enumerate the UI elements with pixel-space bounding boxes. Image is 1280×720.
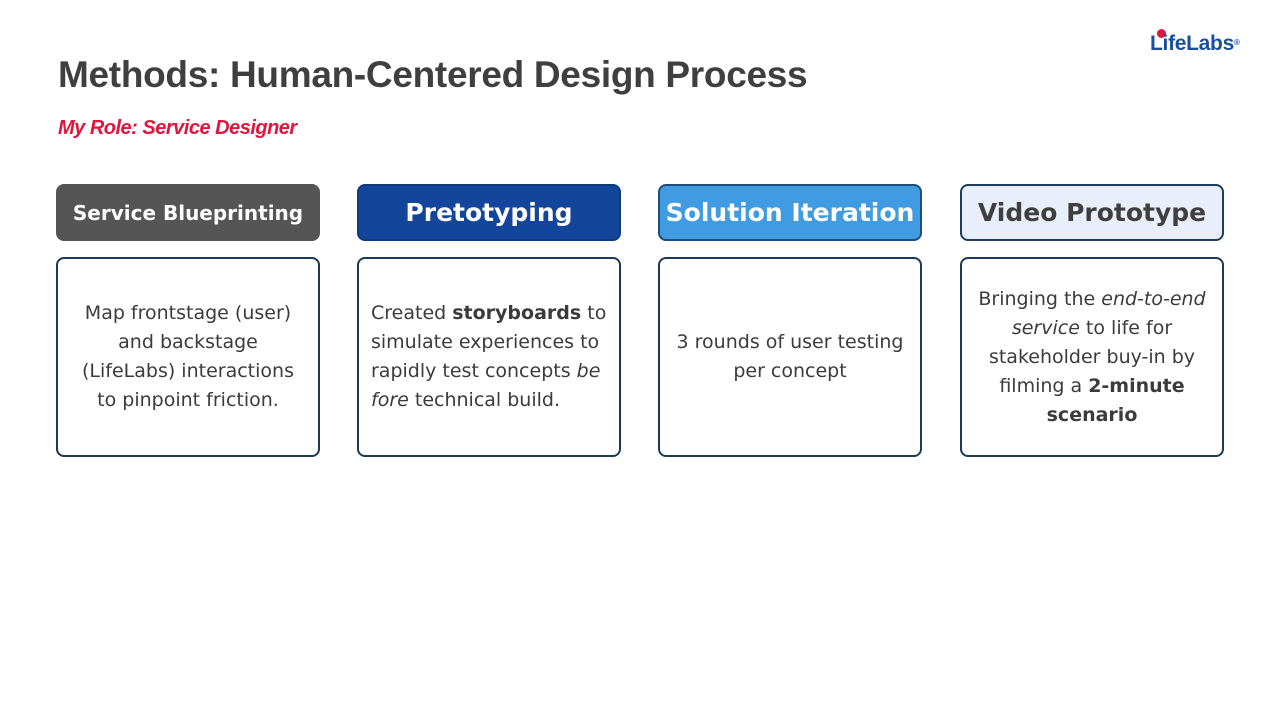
box-service-blueprinting: Map frontstage (user) and backstage (Lif… bbox=[56, 257, 320, 457]
box-text: 3 rounds of user testing per concept bbox=[676, 331, 904, 382]
box-video-prototype: Bringing the end-to-end service to life … bbox=[960, 257, 1224, 457]
lifelabs-logo: LifeLabs® bbox=[1150, 28, 1240, 62]
header-video-prototype: Video Prototype bbox=[960, 184, 1224, 241]
box-text: Bringing the end-to-end service to life … bbox=[978, 287, 1206, 426]
box-text: Map frontstage (user) and backstage (Lif… bbox=[82, 302, 294, 411]
box-solution-iteration: 3 rounds of user testing per concept bbox=[658, 257, 922, 457]
box-text: Created storyboards to simulate experien… bbox=[371, 302, 607, 411]
logo-wordmark: LifeLabs® bbox=[1150, 32, 1240, 55]
header-service-blueprinting: Service Blueprinting bbox=[56, 184, 320, 241]
header-pretotyping: Pretotyping bbox=[357, 184, 621, 241]
role-subtitle: My Role: Service Designer bbox=[58, 117, 297, 139]
slide-title: Methods: Human-Centered Design Process bbox=[58, 54, 808, 95]
box-pretotyping: Created storyboards to simulate experien… bbox=[357, 257, 621, 457]
header-solution-iteration: Solution Iteration bbox=[658, 184, 922, 241]
